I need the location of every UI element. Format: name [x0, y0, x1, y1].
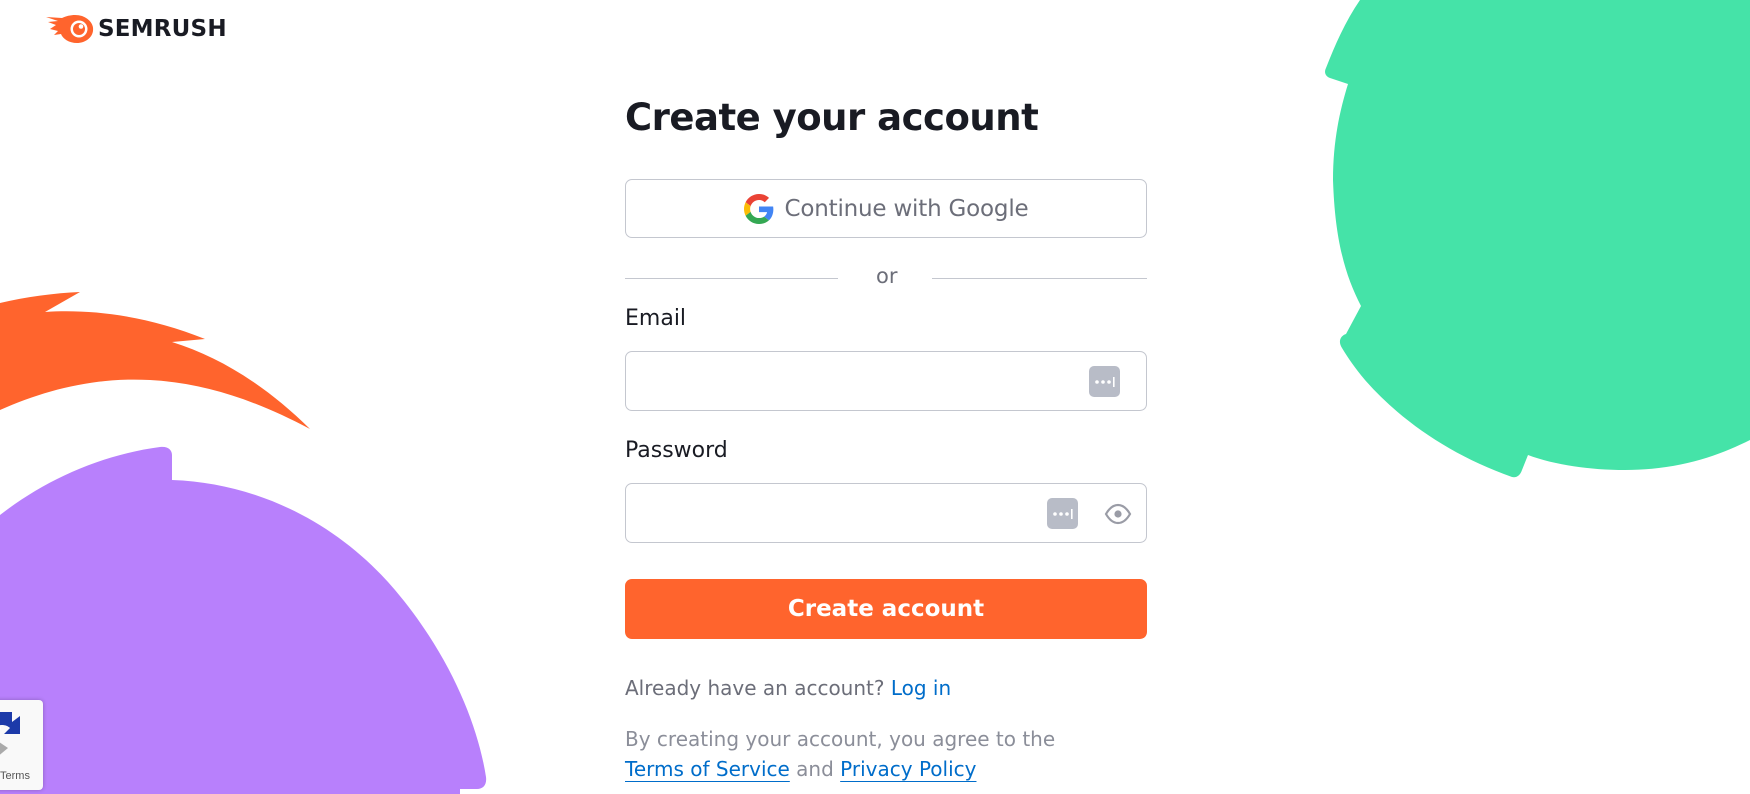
privacy-policy-link[interactable]: Privacy Policy	[840, 757, 976, 781]
decorative-purple-shape	[0, 446, 487, 794]
recaptcha-badge[interactable]: Terms	[0, 700, 43, 790]
login-prompt-text: Already have an account?	[625, 676, 885, 700]
email-input[interactable]	[626, 352, 1046, 410]
page-title: Create your account	[625, 96, 1039, 139]
terms-of-service-link[interactable]: Terms of Service	[625, 757, 790, 781]
create-account-button[interactable]: Create account	[625, 579, 1147, 639]
legal-text: By creating your account, you agree to t…	[625, 727, 1056, 751]
continue-with-google-label: Continue with Google	[784, 195, 1029, 222]
google-g-icon	[743, 193, 773, 224]
semrush-flame-icon	[46, 14, 94, 43]
password-label: Password	[625, 438, 728, 463]
decorative-orange-shape	[0, 292, 310, 429]
email-label: Email	[625, 306, 687, 331]
divider-line-right	[932, 278, 1147, 279]
password-manager-icon[interactable]	[1089, 366, 1120, 397]
login-prompt: Already have an account? Log in	[625, 676, 951, 700]
recaptcha-icon	[0, 712, 20, 755]
password-input[interactable]	[626, 484, 1046, 542]
divider-line-left	[625, 278, 838, 279]
show-password-eye-icon[interactable]	[1104, 500, 1132, 528]
decorative-green-shape	[1325, 0, 1750, 478]
password-manager-icon[interactable]	[1047, 498, 1078, 529]
divider-or-text: or	[876, 264, 898, 288]
log-in-link[interactable]: Log in	[891, 676, 951, 700]
recaptcha-terms-link[interactable]: Terms	[0, 770, 30, 782]
email-field[interactable]	[625, 351, 1147, 411]
password-field[interactable]	[625, 483, 1147, 543]
legal-notice: By creating your account, you agree to t…	[625, 724, 1055, 784]
semrush-logo[interactable]: SEMRUSH	[44, 13, 227, 45]
or-divider: or	[625, 264, 1147, 294]
continue-with-google-button[interactable]: Continue with Google	[625, 179, 1147, 238]
legal-and-text: and	[796, 757, 834, 781]
brand-name: SEMRUSH	[98, 16, 227, 42]
